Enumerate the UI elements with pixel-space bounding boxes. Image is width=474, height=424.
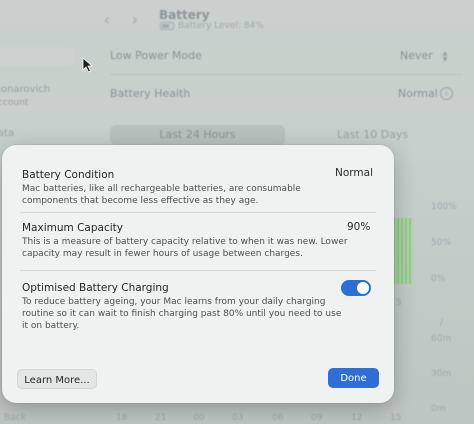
sheet-divider [20, 212, 376, 213]
y-axis-label-60m: 60m [431, 334, 452, 344]
back-fragment: Back [4, 413, 26, 423]
x-axis-label: 21 [155, 413, 167, 423]
toggle-knob [357, 282, 369, 294]
x-axis-label: 15 [390, 413, 402, 423]
chevron-left-icon[interactable]: ‹ [98, 11, 116, 29]
x-axis-label: 18 [116, 413, 128, 423]
y-axis-label-0m: 0m [431, 404, 446, 414]
low-power-mode-value[interactable]: Never [400, 49, 433, 62]
popup-chevrons-icon[interactable]: ▲ ▼ [440, 51, 450, 63]
battery-condition-desc: Mac batteries, like all rechargeable bat… [22, 184, 301, 206]
tick-mark: ∕ [440, 318, 444, 328]
battery-icon [160, 22, 174, 30]
page-title: Battery [159, 8, 210, 22]
x-axis-label: 09 [311, 413, 323, 423]
optimised-charging-toggle[interactable] [341, 280, 371, 296]
battery-level-text: Battery Level: 84% [178, 21, 264, 31]
x-axis-label: 06 [272, 413, 284, 423]
y-axis-label-50: 50% [431, 238, 452, 248]
maximum-capacity-title: Maximum Capacity [22, 222, 123, 234]
chart-fragment-5: 5 [396, 298, 402, 308]
y-axis-label-0: 0% [431, 274, 446, 284]
done-button[interactable]: Done [328, 368, 379, 388]
low-power-mode-label: Low Power Mode [110, 49, 202, 62]
y-axis-label-100: 100% [431, 202, 457, 212]
x-axis-label: 12 [351, 413, 363, 423]
range-segmented-control: Last 24 Hours Last 10 Days [110, 125, 460, 145]
x-axis-label: 00 [193, 413, 205, 423]
y-axis-label-30m: 30m [431, 369, 452, 379]
mouse-pointer-icon [82, 57, 94, 73]
learn-more-button[interactable]: Learn More... [17, 369, 97, 389]
row-divider [110, 74, 462, 75]
maximum-capacity-value: 90% [347, 221, 371, 233]
sidebar-item-fragment[interactable]: ata [0, 128, 14, 139]
battery-health-label: Battery Health [110, 87, 191, 100]
sheet-divider [20, 270, 376, 271]
sidebar-user-sub: ccount [0, 98, 29, 108]
battery-level-subtitle: Battery Level: 84% [160, 21, 264, 31]
tab-last-10-days[interactable]: Last 10 Days [285, 125, 460, 145]
maximum-capacity-desc: This is a measure of battery capacity re… [22, 237, 348, 259]
sidebar-user-name[interactable]: Jonarovich [0, 84, 50, 95]
battery-condition-value: Normal [335, 167, 373, 179]
battery-health-value: Normal [398, 87, 438, 100]
battery-level-bars [393, 218, 413, 284]
chevron-right-icon[interactable]: › [126, 11, 144, 29]
optimised-charging-title: Optimised Battery Charging [22, 282, 169, 294]
info-icon[interactable]: i [440, 87, 453, 100]
x-axis-label: 03 [232, 413, 244, 423]
battery-condition-title: Battery Condition [22, 169, 115, 181]
optimised-charging-desc: To reduce battery ageing, your Mac learn… [22, 297, 342, 331]
sidebar-search-field[interactable] [0, 47, 74, 67]
tab-last-24-hours[interactable]: Last 24 Hours [110, 125, 285, 145]
